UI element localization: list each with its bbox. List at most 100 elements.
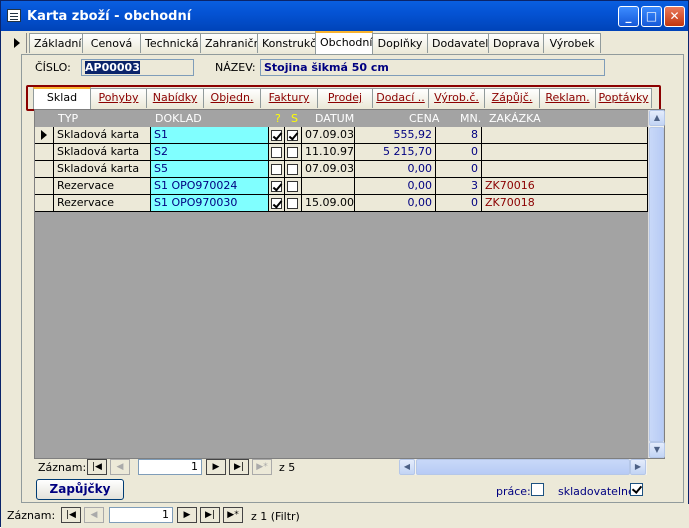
tab-5[interactable]: Obchodní	[315, 31, 373, 54]
q-checkbox[interactable]	[271, 198, 282, 209]
row-selector[interactable]	[35, 178, 54, 195]
sub-tab-6[interactable]: Dodací ..	[372, 88, 429, 108]
q-checkbox[interactable]	[271, 181, 282, 192]
cell-mn[interactable]: 0	[436, 144, 482, 161]
cell-typ[interactable]: Rezervace	[54, 178, 151, 195]
main-prev-record-button[interactable]: ◀	[84, 507, 104, 523]
cell-datum[interactable]: 15.09.00	[302, 195, 355, 212]
main-next-record-button[interactable]: ▶	[177, 507, 197, 523]
sub-tab-10[interactable]: Poptávky	[595, 88, 652, 108]
main-new-record-button[interactable]: ▶*	[223, 507, 243, 523]
minimize-button[interactable]: _	[618, 6, 639, 27]
cell-mn[interactable]: 0	[436, 161, 482, 178]
vertical-scroll-thumb[interactable]	[649, 127, 664, 442]
main-nav-current[interactable]: 1	[109, 507, 173, 523]
title-bar[interactable]: Karta zboží - obchodní _ □ ✕	[1, 1, 688, 31]
cell-s[interactable]	[285, 161, 302, 178]
tab-3[interactable]: Zahraničn	[200, 33, 261, 53]
prace-checkbox[interactable]	[531, 483, 544, 496]
table-row[interactable]: Skladová karta S2 11.10.97 5 215,70 0	[54, 144, 648, 161]
tab-0[interactable]: Základní	[29, 33, 83, 53]
row-selector[interactable]	[35, 144, 54, 161]
sub-tab-8[interactable]: Zápůjč.	[484, 88, 540, 108]
last-record-button[interactable]: ▶|	[229, 459, 249, 475]
table-row[interactable]: Skladová karta S1 07.09.03 555,92 8	[54, 127, 648, 144]
q-checkbox[interactable]	[271, 164, 282, 175]
sub-tab-5[interactable]: Prodej	[317, 88, 373, 108]
cell-datum[interactable]: 11.10.97	[302, 144, 355, 161]
cell-q[interactable]	[269, 144, 285, 161]
cell-s[interactable]	[285, 127, 302, 144]
s-checkbox[interactable]	[287, 164, 298, 175]
prev-record-button[interactable]: ◀	[110, 459, 130, 475]
cell-s[interactable]	[285, 144, 302, 161]
cell-zakazka[interactable]: ZK70016	[482, 178, 648, 195]
cell-q[interactable]	[269, 161, 285, 178]
s-checkbox[interactable]	[287, 181, 298, 192]
close-button[interactable]: ✕	[664, 6, 685, 27]
s-checkbox[interactable]	[287, 147, 298, 158]
cell-datum[interactable]	[302, 178, 355, 195]
sub-nav-current[interactable]: 1	[138, 459, 202, 475]
sub-tab-3[interactable]: Objedn.	[203, 88, 261, 108]
cell-datum[interactable]: 07.09.03	[302, 161, 355, 178]
q-checkbox[interactable]	[271, 147, 282, 158]
row-selector[interactable]	[35, 127, 54, 144]
cell-s[interactable]	[285, 195, 302, 212]
q-checkbox[interactable]	[271, 130, 282, 141]
cell-mn[interactable]: 3	[436, 178, 482, 195]
table-row[interactable]: Skladová karta S5 07.09.03 0,00 0	[54, 161, 648, 178]
cell-mn[interactable]: 8	[436, 127, 482, 144]
cell-s[interactable]	[285, 178, 302, 195]
sub-tab-0[interactable]: Sklad	[33, 87, 91, 109]
cell-typ[interactable]: Skladová karta	[54, 161, 151, 178]
horizontal-scroll-thumb[interactable]	[416, 459, 630, 475]
zapujcky-button[interactable]: Zapůjčky	[36, 479, 124, 500]
s-checkbox[interactable]	[287, 198, 298, 209]
skladovatelne-checkbox[interactable]	[630, 483, 643, 496]
sub-tab-7[interactable]: Výrob.č.	[428, 88, 485, 108]
cell-zakazka[interactable]	[482, 144, 648, 161]
scroll-left-icon[interactable]: ◀	[399, 459, 415, 475]
row-selector[interactable]	[35, 161, 54, 178]
first-record-button[interactable]: |◀	[87, 459, 107, 475]
tab-2[interactable]: Technická	[140, 33, 201, 53]
cell-cena[interactable]: 0,00	[355, 178, 436, 195]
cell-cena[interactable]: 555,92	[355, 127, 436, 144]
tab-6[interactable]: Doplňky	[372, 33, 428, 53]
cell-doklad[interactable]: S1 OPO970024	[151, 178, 269, 195]
cell-q[interactable]	[269, 195, 285, 212]
maximize-button[interactable]: □	[641, 6, 662, 27]
cell-typ[interactable]: Skladová karta	[54, 144, 151, 161]
main-first-record-button[interactable]: |◀	[61, 507, 81, 523]
next-record-button[interactable]: ▶	[206, 459, 226, 475]
sub-tab-2[interactable]: Nabídky	[146, 88, 204, 108]
cell-q[interactable]	[269, 127, 285, 144]
cell-doklad[interactable]: S1	[151, 127, 269, 144]
tab-1[interactable]: Cenová	[82, 33, 141, 53]
cell-zakazka[interactable]	[482, 161, 648, 178]
scroll-up-icon[interactable]: ▲	[649, 110, 665, 126]
table-row[interactable]: Rezervace S1 OPO970024 0,00 3 ZK70016	[54, 178, 648, 195]
tab-9[interactable]: Výrobek	[543, 33, 601, 53]
cell-cena[interactable]: 5 215,70	[355, 144, 436, 161]
cell-mn[interactable]: 0	[436, 195, 482, 212]
scroll-down-icon[interactable]: ▼	[649, 442, 665, 458]
cell-zakazka[interactable]: ZK70018	[482, 195, 648, 212]
cell-q[interactable]	[269, 178, 285, 195]
main-last-record-button[interactable]: ▶|	[200, 507, 220, 523]
sub-tab-1[interactable]: Pohyby	[90, 88, 147, 108]
cell-typ[interactable]: Rezervace	[54, 195, 151, 212]
cell-doklad[interactable]: S2	[151, 144, 269, 161]
cell-datum[interactable]: 07.09.03	[302, 127, 355, 144]
sub-tab-9[interactable]: Reklam.	[539, 88, 596, 108]
cell-typ[interactable]: Skladová karta	[54, 127, 151, 144]
cell-doklad[interactable]: S5	[151, 161, 269, 178]
nazev-field[interactable]: Stojina šikmá 50 cm	[260, 59, 605, 76]
cislo-field[interactable]: AP00003	[81, 59, 194, 76]
table-row[interactable]: Rezervace S1 OPO970030 15.09.00 0,00 0 ZK7001…	[54, 195, 648, 212]
scroll-right-icon[interactable]: ▶	[630, 459, 646, 475]
cell-cena[interactable]: 0,00	[355, 195, 436, 212]
sub-tab-4[interactable]: Faktury	[260, 88, 318, 108]
tab-8[interactable]: Doprava	[488, 33, 544, 53]
